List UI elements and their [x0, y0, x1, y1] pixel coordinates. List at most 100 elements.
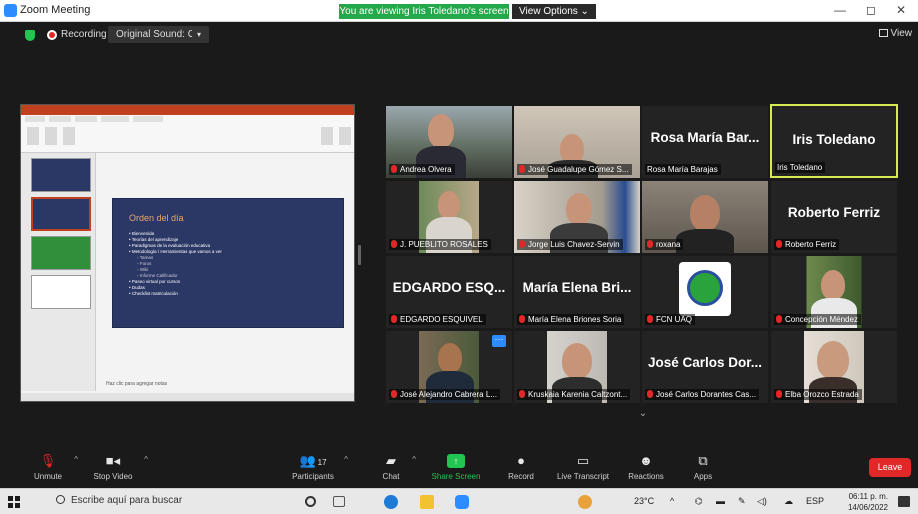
- security-shield-icon[interactable]: [25, 30, 35, 41]
- viewing-screen-banner: You are viewing Iris Toledano's screen: [339, 4, 509, 19]
- person-head: [562, 343, 592, 379]
- view-options-button[interactable]: View Options ⌄: [512, 4, 596, 19]
- stop-video-button[interactable]: ■◂ ^ Stop Video: [88, 448, 149, 488]
- chevron-up-icon[interactable]: ^: [344, 455, 348, 464]
- chevron-up-icon[interactable]: ^: [74, 455, 78, 464]
- participant-tile[interactable]: ··· José Alejandro Cabrera L...: [386, 331, 512, 403]
- ribbon-button: [27, 127, 39, 145]
- unmute-label: Unmute: [33, 472, 62, 481]
- windows-start-icon[interactable]: [8, 496, 20, 508]
- person-head: [566, 193, 592, 225]
- chat-button[interactable]: ▰ ^ Chat: [376, 448, 416, 488]
- clock-date: 14/06/2022: [847, 503, 888, 512]
- participant-name: José Alejandro Cabrera L...: [400, 390, 497, 399]
- temperature-readout[interactable]: 23°C: [634, 496, 654, 506]
- share-screen-button[interactable]: ↑ Share Screen: [428, 448, 484, 488]
- cortana-icon[interactable]: [305, 496, 316, 507]
- participant-tile[interactable]: Andrea Olvera: [386, 106, 512, 178]
- participant-name: Andrea Olvera: [400, 165, 452, 174]
- record-button[interactable]: ● Record: [504, 448, 538, 488]
- system-clock[interactable]: 06:11 p. m. 14/06/2022: [848, 491, 888, 513]
- task-view-icon[interactable]: [333, 496, 345, 507]
- clock-time: 06:11 p. m.: [848, 492, 888, 501]
- powerpoint-ribbon: [21, 115, 354, 153]
- notification-icon[interactable]: [898, 496, 910, 507]
- mic-muted-icon: [519, 390, 525, 398]
- meeting-topbar: Recording Original Sound: Off ▾ View: [0, 22, 918, 48]
- live-transcript-button[interactable]: ▭ Live Transcript: [552, 448, 614, 488]
- recording-label[interactable]: Recording: [61, 29, 107, 40]
- participant-tile[interactable]: J. PUEBLITO ROSALES: [386, 181, 512, 253]
- zoom-taskbar-icon[interactable]: [455, 495, 469, 509]
- participant-tile[interactable]: FCN UAQ: [642, 256, 768, 328]
- edge-browser-icon[interactable]: [384, 495, 398, 509]
- chevron-up-icon[interactable]: ^: [412, 455, 416, 464]
- ribbon-button: [45, 127, 57, 145]
- battery-icon[interactable]: ▬: [716, 496, 725, 506]
- participant-display-name: José Carlos Dor...: [647, 355, 763, 370]
- chat-bubble-icon: ▰: [386, 453, 396, 468]
- view-button[interactable]: View: [878, 28, 913, 39]
- mic-muted-icon: [391, 165, 397, 173]
- meeting-toolbar: 🎙 ^ Unmute ■◂ ^ Stop Video 👥 17 ^ Partici…: [0, 448, 918, 488]
- participant-tile[interactable]: Jorge Luis Chavez-Servin: [514, 181, 640, 253]
- apps-icon: ⧉: [698, 453, 708, 468]
- closed-caption-icon: ▭: [576, 453, 590, 468]
- participant-display-name: Roberto Ferriz: [787, 205, 881, 220]
- more-options-icon[interactable]: ···: [492, 335, 506, 347]
- leave-button[interactable]: Leave: [869, 458, 911, 477]
- participant-tile[interactable]: Roberto Ferriz Roberto Ferriz: [771, 181, 897, 253]
- participant-name: Roberto Ferriz: [785, 240, 837, 249]
- split-divider-handle[interactable]: [358, 245, 361, 265]
- active-speaker-tile[interactable]: Iris Toledano Iris Toledano: [770, 104, 898, 178]
- view-label: View: [890, 28, 913, 39]
- unmute-button[interactable]: 🎙 ^ Unmute: [28, 448, 78, 488]
- minimize-icon[interactable]: —: [834, 3, 846, 17]
- file-explorer-icon[interactable]: [420, 495, 434, 509]
- slide-thumbnails: [21, 153, 96, 391]
- chevron-up-icon[interactable]: ^: [144, 455, 148, 464]
- language-indicator[interactable]: ESP: [806, 496, 824, 506]
- participant-tile[interactable]: Rosa María Bar... Rosa María Barajas: [642, 106, 768, 178]
- emoji-plus-icon: ☻: [639, 453, 653, 468]
- participant-tile[interactable]: Elba Orozco Estrada: [771, 331, 897, 403]
- participants-button[interactable]: 👥 17 ^ Participants: [288, 448, 348, 488]
- chevron-down-icon[interactable]: ▾: [192, 26, 206, 43]
- close-icon[interactable]: ✕: [896, 3, 906, 17]
- participant-display-name: EDGARDO ESQ...: [392, 280, 506, 295]
- participant-name-tag: Jorge Luis Chavez-Servin: [517, 239, 623, 250]
- gallery-next-page-icon[interactable]: ⌄: [628, 408, 658, 426]
- mic-muted-icon: 🎙: [39, 453, 57, 468]
- participant-display-name: Iris Toledano: [792, 132, 876, 147]
- speaker-icon[interactable]: ◁): [757, 496, 767, 507]
- participant-tile[interactable]: Kruskaia Karenia Caltzont...: [514, 331, 640, 403]
- participant-tile[interactable]: José Guadalupe Gómez S...: [514, 106, 640, 178]
- participant-tile[interactable]: roxana: [642, 181, 768, 253]
- mic-muted-icon: [519, 240, 525, 248]
- ribbon-tab: [25, 116, 45, 122]
- shared-screen[interactable]: Orden del día • Bienvenida • Teorías del…: [20, 104, 355, 402]
- pen-icon[interactable]: ✎: [738, 496, 746, 507]
- weather-icon[interactable]: [578, 495, 592, 509]
- onedrive-icon[interactable]: ☁: [784, 496, 793, 507]
- participant-tile[interactable]: Concepción Méndez: [771, 256, 897, 328]
- share-screen-label: Share Screen: [431, 472, 481, 481]
- participant-tile[interactable]: José Carlos Dor... José Carlos Dorantes …: [642, 331, 768, 403]
- participant-name-tag: Kruskaia Karenia Caltzont...: [517, 389, 631, 400]
- reactions-button[interactable]: ☻ Reactions: [624, 448, 668, 488]
- mic-muted-icon: [647, 315, 653, 323]
- participant-name-tag: FCN UAQ: [645, 314, 695, 325]
- apps-button[interactable]: ⧉ Apps: [688, 448, 718, 488]
- ribbon-tab: [101, 116, 129, 122]
- person-head: [438, 191, 460, 219]
- person-head: [821, 270, 845, 300]
- taskbar-search[interactable]: Escribe aquí para buscar: [56, 495, 182, 506]
- maximize-icon[interactable]: ◻: [866, 3, 876, 17]
- participant-tile[interactable]: María Elena Bri... María Elena Briones S…: [514, 256, 640, 328]
- participant-tile[interactable]: EDGARDO ESQ... EDGARDO ESQUIVEL: [386, 256, 512, 328]
- chevron-up-icon[interactable]: ^: [670, 496, 674, 506]
- network-icon[interactable]: ⌬: [695, 496, 703, 507]
- slide-bullets: • Bienvenida • Teorías del aprendizaje •…: [129, 231, 327, 297]
- stop-video-label: Stop Video: [93, 472, 133, 481]
- mic-muted-icon: [519, 315, 525, 323]
